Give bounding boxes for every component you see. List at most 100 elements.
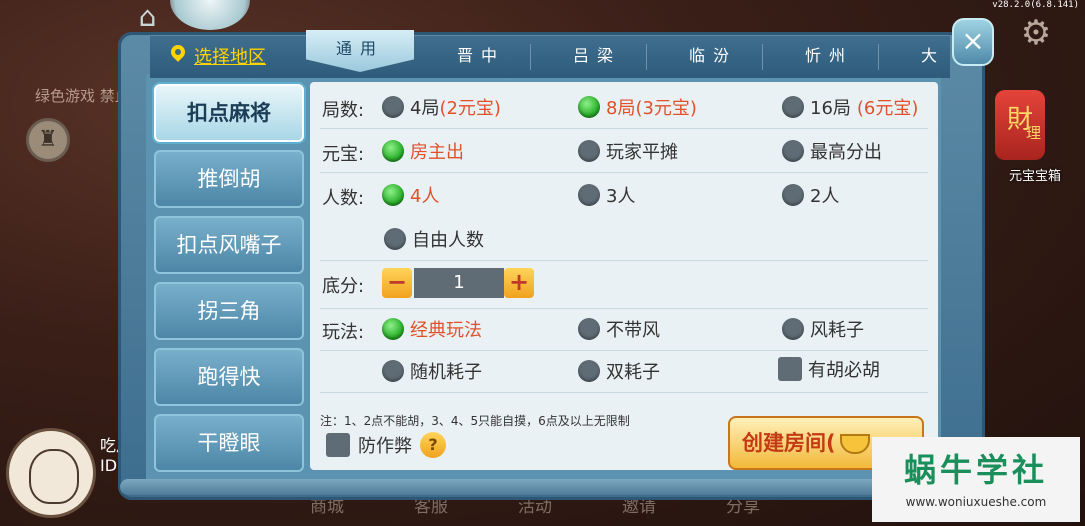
- radio-icon: [578, 360, 600, 382]
- checkbox-icon: [326, 433, 350, 457]
- players-label: 人数:: [322, 188, 365, 209]
- option-text: 8局: [606, 98, 636, 119]
- option-text: 最高分出: [810, 142, 882, 163]
- treasure-chest-label: 元宝宝箱: [1008, 169, 1061, 184]
- option-cost: (6元宝): [856, 98, 919, 119]
- option-text: 2人: [810, 186, 840, 207]
- row-divider: [320, 172, 928, 173]
- payment-option-winner[interactable]: 最高分出: [782, 138, 882, 164]
- row-divider: [320, 260, 928, 261]
- game-gandengyan[interactable]: 干瞪眼: [154, 414, 304, 472]
- settings-panel: 局数: 4局 (2元宝) 8局 (3元宝) 16局 (6元宝) 元宝: 房主出 玩…: [310, 82, 938, 470]
- rounds-option-16[interactable]: 16局 (6元宝): [782, 94, 918, 120]
- rounds-option-8[interactable]: 8局 (3元宝): [578, 94, 697, 120]
- watermark: 蜗牛学社 www.woniuxueshe.com: [872, 437, 1080, 522]
- treasure-side-text: 理: [1025, 124, 1041, 142]
- radio-selected-icon: [382, 184, 404, 206]
- tab-divider: [646, 44, 647, 70]
- option-text: 双耗子: [606, 362, 660, 383]
- play-mode-classic[interactable]: 经典玩法: [382, 316, 482, 342]
- help-icon[interactable]: ?: [420, 432, 446, 458]
- radio-icon: [578, 184, 600, 206]
- tab-xinzhou[interactable]: 忻州: [784, 40, 874, 72]
- radio-icon: [382, 96, 404, 118]
- gear-icon[interactable]: ⚙: [1017, 14, 1055, 52]
- radio-selected-icon: [382, 318, 404, 340]
- lobby-notice: 绿色游戏 禁止: [35, 87, 130, 105]
- row-divider: [320, 128, 928, 129]
- radio-icon: [782, 96, 804, 118]
- game-koudian-fengzuizi[interactable]: 扣点风嘴子: [154, 216, 304, 274]
- player-avatar[interactable]: [6, 428, 96, 518]
- option-text: 房主出: [410, 142, 464, 163]
- tab-divider: [878, 44, 879, 70]
- play-mode-random-joker[interactable]: 随机耗子: [382, 358, 482, 384]
- stamp-icon[interactable]: ♜: [26, 118, 70, 162]
- select-region-button[interactable]: 选择地区: [168, 40, 266, 72]
- tab-divider: [762, 44, 763, 70]
- rounds-option-4[interactable]: 4局 (2元宝): [382, 94, 501, 120]
- pagoda-icon: ⌂: [138, 0, 157, 33]
- option-text: 自由人数: [412, 230, 484, 251]
- game-tuidaohu[interactable]: 推倒胡: [154, 150, 304, 208]
- tab-divider: [530, 44, 531, 70]
- option-text: 玩家平摊: [606, 142, 678, 163]
- play-mode-double-joker[interactable]: 双耗子: [578, 358, 660, 384]
- base-score-value: 1: [414, 268, 504, 298]
- payment-label: 元宝:: [322, 144, 365, 165]
- tab-jinzhong[interactable]: 晋中: [436, 40, 526, 72]
- avatar-face-icon: [29, 449, 79, 504]
- option-text: 3人: [606, 186, 636, 207]
- watermark-title: 蜗牛学社: [903, 451, 1048, 489]
- option-text: 4局: [410, 98, 440, 119]
- rounds-label: 局数:: [322, 100, 365, 121]
- game-paodekuai[interactable]: 跑得快: [154, 348, 304, 406]
- base-score-minus-button[interactable]: −: [382, 268, 412, 298]
- base-score-label: 底分:: [322, 276, 365, 297]
- anti-cheat-checkbox[interactable]: 防作弊 ?: [326, 432, 446, 458]
- option-cost: (2元宝): [439, 98, 501, 119]
- game-koudian-majiang[interactable]: 扣点麻将: [154, 84, 304, 142]
- option-text: 不带风: [606, 320, 660, 341]
- row-divider: [320, 392, 928, 393]
- create-room-label: 创建房间: [742, 431, 826, 455]
- payment-option-split[interactable]: 玩家平摊: [578, 138, 678, 164]
- tab-datong[interactable]: 大: [912, 40, 946, 72]
- radio-icon: [782, 184, 804, 206]
- radio-icon: [382, 360, 404, 382]
- close-button[interactable]: ×: [952, 18, 994, 66]
- play-mode-label: 玩法:: [322, 322, 365, 343]
- payment-option-host[interactable]: 房主出: [382, 138, 464, 164]
- players-option-free[interactable]: 自由人数: [384, 226, 484, 252]
- play-mode-no-wind[interactable]: 不带风: [578, 316, 660, 342]
- players-option-3[interactable]: 3人: [578, 182, 635, 208]
- anti-cheat-label: 防作弊: [358, 436, 412, 457]
- radio-icon: [578, 140, 600, 162]
- version-label: v28.2.0(6.8.141): [992, 0, 1079, 10]
- row-divider: [320, 350, 928, 351]
- base-score-plus-button[interactable]: +: [504, 268, 534, 298]
- radio-icon: [578, 318, 600, 340]
- game-guaisanjiao[interactable]: 拐三角: [154, 282, 304, 340]
- create-room-suffix: (: [826, 431, 836, 455]
- players-option-2[interactable]: 2人: [782, 182, 839, 208]
- option-text: 随机耗子: [410, 362, 482, 383]
- radio-selected-icon: [382, 140, 404, 162]
- must-hu-checkbox[interactable]: 有胡必胡: [778, 356, 880, 382]
- play-mode-wind-joker[interactable]: 风耗子: [782, 316, 864, 342]
- radio-icon: [782, 318, 804, 340]
- tab-lvliang[interactable]: 吕梁: [552, 40, 642, 72]
- option-text: 4人: [410, 186, 440, 207]
- dialog-bottom-bar: [120, 479, 980, 495]
- ingot-icon: [839, 434, 870, 454]
- option-text: 有胡必胡: [808, 360, 880, 381]
- option-text: 风耗子: [810, 320, 864, 341]
- watermark-url: www.woniuxueshe.com: [905, 495, 1047, 509]
- location-pin-icon: [168, 45, 188, 67]
- players-option-4[interactable]: 4人: [382, 182, 439, 208]
- radio-icon: [782, 140, 804, 162]
- checkbox-icon: [778, 357, 802, 381]
- select-region-label: 选择地区: [194, 47, 266, 68]
- option-cost: (3元宝): [635, 98, 697, 119]
- tab-linfen[interactable]: 临汾: [668, 40, 758, 72]
